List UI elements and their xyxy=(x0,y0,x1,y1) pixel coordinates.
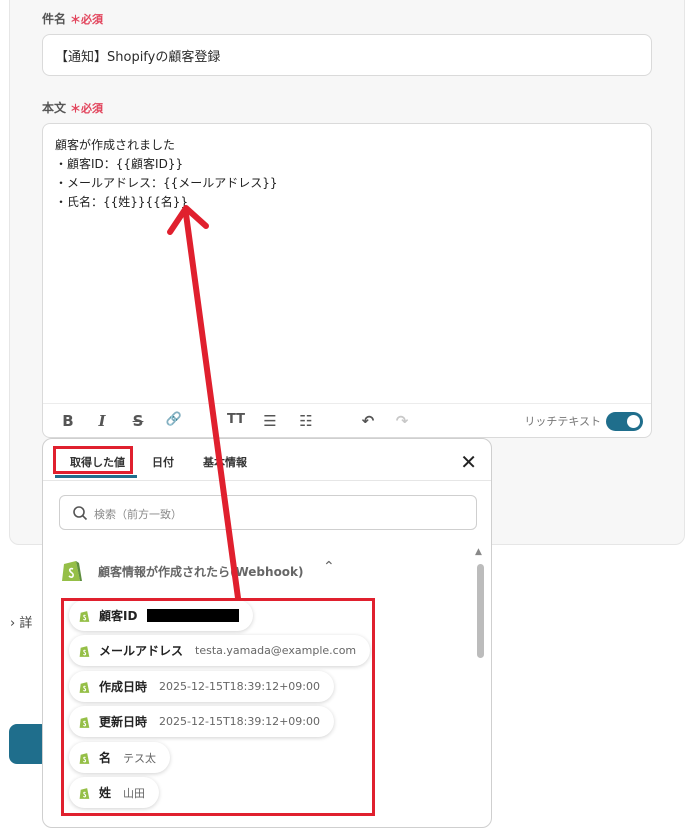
annotation-arrow xyxy=(167,205,241,601)
